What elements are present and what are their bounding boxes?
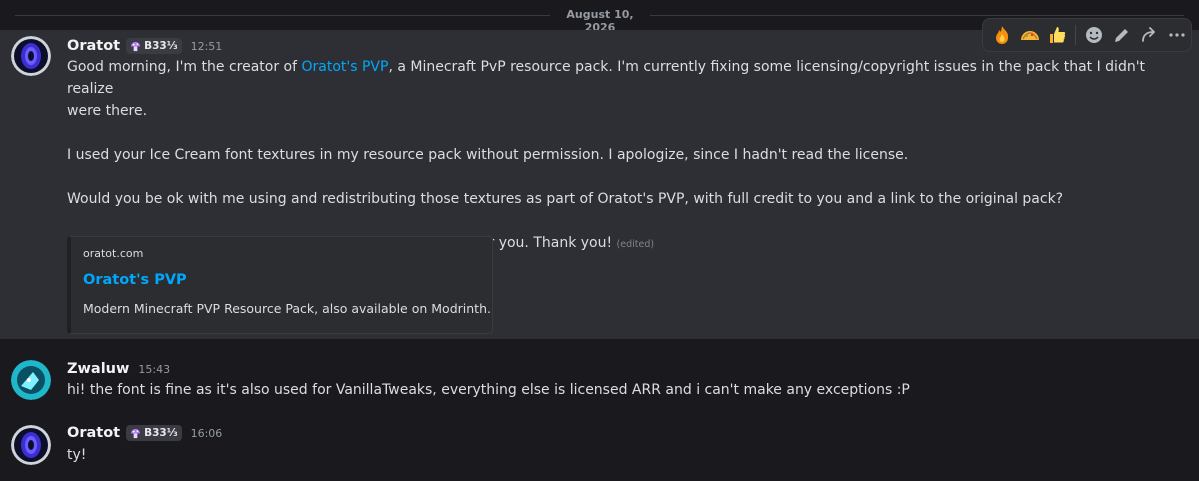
message-link[interactable]: Oratot's PVP <box>302 59 389 75</box>
message-content: hi! the font is fine as it's also used f… <box>67 379 1169 401</box>
message-action-toolbar <box>982 18 1192 52</box>
edited-label[interactable]: (edited) <box>617 239 655 250</box>
reply-forward-icon[interactable] <box>1136 21 1164 49</box>
divider-line-right <box>650 15 1184 16</box>
message-line-1: Good morning, I'm the creator of Oratot'… <box>67 56 1169 100</box>
divider-line-left <box>15 15 550 16</box>
message-group-oratot-2[interactable]: Oratot B33⅓ 16:06 ty! <box>0 415 1199 481</box>
mushroom-tag-icon <box>131 41 141 51</box>
message-line-2: were there. <box>67 103 148 119</box>
avatar-oratot[interactable] <box>11 36 51 76</box>
more-options-icon[interactable] <box>1163 21 1191 49</box>
message-header: Zwaluw 15:43 <box>67 359 170 379</box>
message-paragraph-3: Would you be ok with me using and redist… <box>67 191 1064 207</box>
mushroom-tag-icon <box>131 428 141 438</box>
message-paragraph-2: I used your Ice Cream font textures in m… <box>67 147 909 163</box>
fire-emoji-reaction-icon[interactable] <box>988 21 1016 49</box>
author-name[interactable]: Oratot <box>67 38 120 54</box>
toolbar-separator <box>1075 25 1077 45</box>
embed-provider[interactable]: oratot.com <box>83 247 143 260</box>
server-tag[interactable]: B33⅓ <box>126 38 182 54</box>
message-content: Good morning, I'm the creator of Oratot'… <box>67 56 1169 256</box>
embed-title[interactable]: Oratot's PVP <box>83 272 187 288</box>
author-name[interactable]: Zwaluw <box>67 361 129 377</box>
server-tag-label: B33⅓ <box>144 40 178 52</box>
thumbs-up-emoji-reaction-icon[interactable] <box>1043 21 1071 49</box>
embed-description: Modern Minecraft PVP Resource Pack, also… <box>83 301 491 316</box>
message-text: hi! the font is fine as it's also used f… <box>67 382 910 398</box>
server-tag-label: B33⅓ <box>144 427 178 439</box>
avatar-oratot[interactable] <box>11 425 51 465</box>
avatar-zwaluw[interactable] <box>11 360 51 400</box>
timestamp[interactable]: 12:51 <box>191 40 223 53</box>
timestamp[interactable]: 15:43 <box>138 363 170 376</box>
message-group-zwaluw[interactable]: Zwaluw 15:43 hi! the font is fine as it'… <box>0 350 1199 410</box>
timestamp[interactable]: 16:06 <box>191 427 223 440</box>
edit-icon[interactable] <box>1108 21 1136 49</box>
message-header: Oratot B33⅓ 16:06 <box>67 423 222 443</box>
link-embed: oratot.com Oratot's PVP Modern Minecraft… <box>67 236 493 334</box>
text-segment: Good morning, I'm the creator of <box>67 59 302 75</box>
server-tag[interactable]: B33⅓ <box>126 425 182 441</box>
taco-emoji-reaction-icon[interactable] <box>1016 21 1044 49</box>
message-text: ty! <box>67 447 87 463</box>
message-content: ty! <box>67 444 1169 466</box>
author-name[interactable]: Oratot <box>67 425 120 441</box>
add-reaction-icon[interactable] <box>1080 21 1108 49</box>
message-header: Oratot B33⅓ 12:51 <box>67 36 222 56</box>
